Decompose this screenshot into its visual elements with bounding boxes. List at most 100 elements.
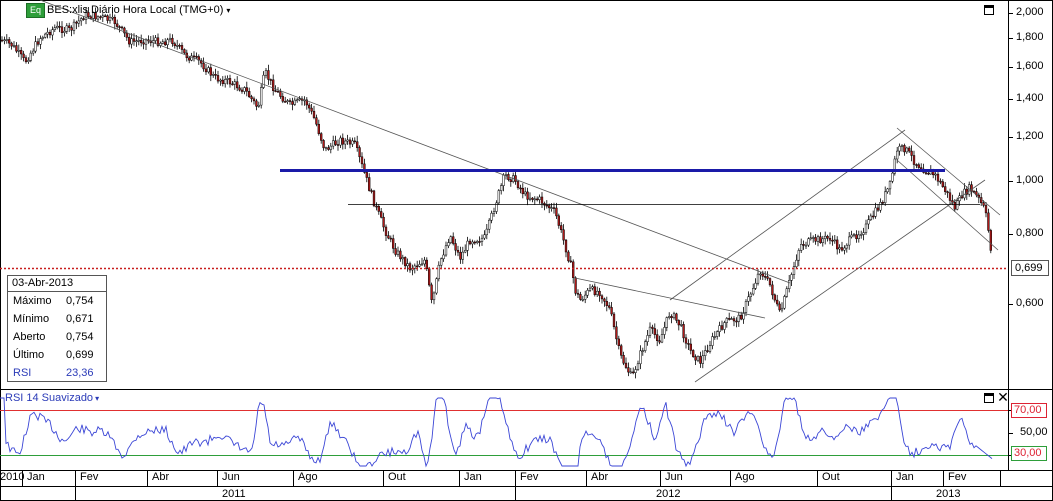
candle-body	[274, 90, 277, 92]
price-axis-label: 1,000	[1016, 174, 1044, 186]
chart-canvas[interactable]	[0, 0, 1053, 501]
candle-body	[896, 150, 899, 160]
candle-body	[500, 185, 503, 191]
candle-body	[24, 57, 28, 63]
info-row-open: Aberto 0,754	[13, 331, 94, 343]
candle-body	[257, 104, 260, 107]
candle-body	[898, 145, 901, 152]
candle-body	[956, 200, 959, 210]
time-axis-year: 2012	[656, 488, 681, 500]
time-axis-year: 2013	[936, 488, 961, 500]
rsi-title-menu[interactable]: RSI 14 Suavizado ▾	[5, 392, 99, 404]
candle-body	[339, 137, 342, 146]
candle-body	[651, 326, 654, 329]
candle-body	[869, 215, 872, 220]
chevron-down-icon[interactable]: ▾	[95, 394, 99, 403]
candle-body	[435, 278, 438, 294]
rsi-level-30-badge: 30,00	[1011, 446, 1047, 461]
candle-body	[857, 234, 860, 239]
candle-body	[219, 79, 222, 82]
candle-body	[420, 263, 424, 266]
candle-body	[728, 318, 731, 320]
candle-body	[63, 30, 66, 33]
candle-body	[588, 287, 592, 291]
candle-body	[286, 100, 289, 102]
candle-body	[236, 81, 239, 89]
candle-body	[401, 257, 404, 260]
candle-body	[284, 101, 287, 103]
candle-body	[231, 83, 234, 86]
candle-body	[953, 201, 956, 210]
candle-body	[862, 232, 865, 235]
candle-body	[240, 89, 244, 92]
downtrend-line	[39, 0, 791, 284]
maximize-icon[interactable]	[984, 393, 994, 403]
candle-body	[567, 251, 570, 262]
candle-body	[759, 273, 762, 276]
candle-body	[785, 288, 788, 297]
candle-body	[348, 139, 352, 145]
candle-body	[668, 316, 671, 318]
candle-body	[276, 90, 280, 93]
candle-body	[692, 350, 695, 357]
last-price-badge: 0,699	[1011, 260, 1049, 276]
candle-body	[936, 173, 940, 182]
candle-body	[596, 290, 599, 295]
candle-body	[800, 244, 803, 251]
candle-body	[910, 150, 913, 156]
candle-body	[293, 99, 296, 105]
candle-body	[569, 260, 572, 263]
candle-body	[744, 301, 748, 313]
candle-body	[442, 254, 445, 260]
candle-body	[132, 38, 136, 42]
candle-body	[418, 264, 421, 267]
candle-body	[312, 110, 316, 118]
candle-body	[15, 45, 18, 52]
candle-body	[548, 205, 551, 209]
candle-body	[473, 241, 476, 244]
candle-body	[392, 238, 395, 249]
chevron-down-icon[interactable]: ▾	[226, 6, 230, 15]
candle-body	[356, 141, 359, 148]
candle-body	[485, 228, 488, 236]
candle-body	[644, 341, 647, 351]
candle-body	[888, 181, 892, 190]
candle-body	[764, 276, 767, 278]
candle-body	[135, 40, 138, 43]
candle-body	[27, 60, 30, 62]
candle-body	[394, 248, 397, 255]
candle-body	[740, 314, 743, 320]
candle-body	[252, 98, 256, 102]
price-axis-label: 1,400	[1016, 92, 1044, 104]
candle-body	[665, 317, 668, 328]
candle-body	[384, 226, 388, 236]
candle-body	[586, 290, 589, 296]
price-axis-label: 0,600	[1016, 297, 1044, 309]
chart-frame	[0, 0, 1053, 501]
candle-body	[836, 239, 839, 250]
candle-body	[272, 79, 275, 91]
candle-body	[509, 179, 512, 182]
candle-body	[178, 45, 181, 47]
candle-body	[814, 237, 817, 242]
candle-body	[754, 282, 757, 289]
candle-body	[128, 36, 131, 45]
candle-body	[900, 145, 904, 147]
candle-body	[536, 198, 539, 201]
close-icon[interactable]: ✕	[997, 390, 1009, 404]
candle-body	[653, 328, 656, 335]
candle-body	[461, 251, 464, 260]
candle-body	[773, 294, 776, 301]
maximize-icon[interactable]	[984, 5, 994, 15]
candle-body	[173, 43, 176, 47]
candle-body	[116, 23, 119, 27]
candle-body	[202, 62, 205, 70]
candle-body	[591, 286, 594, 289]
info-row-high: Máximo 0,754	[13, 295, 94, 307]
candle-body	[903, 145, 906, 153]
candle-body	[598, 290, 601, 297]
candle-body	[718, 325, 721, 332]
candle-body	[53, 27, 56, 30]
chart-title-menu[interactable]: Eq BES:xlis Diário Hora Local (TMG+0) ▾	[26, 2, 230, 18]
candle-body	[310, 107, 313, 112]
